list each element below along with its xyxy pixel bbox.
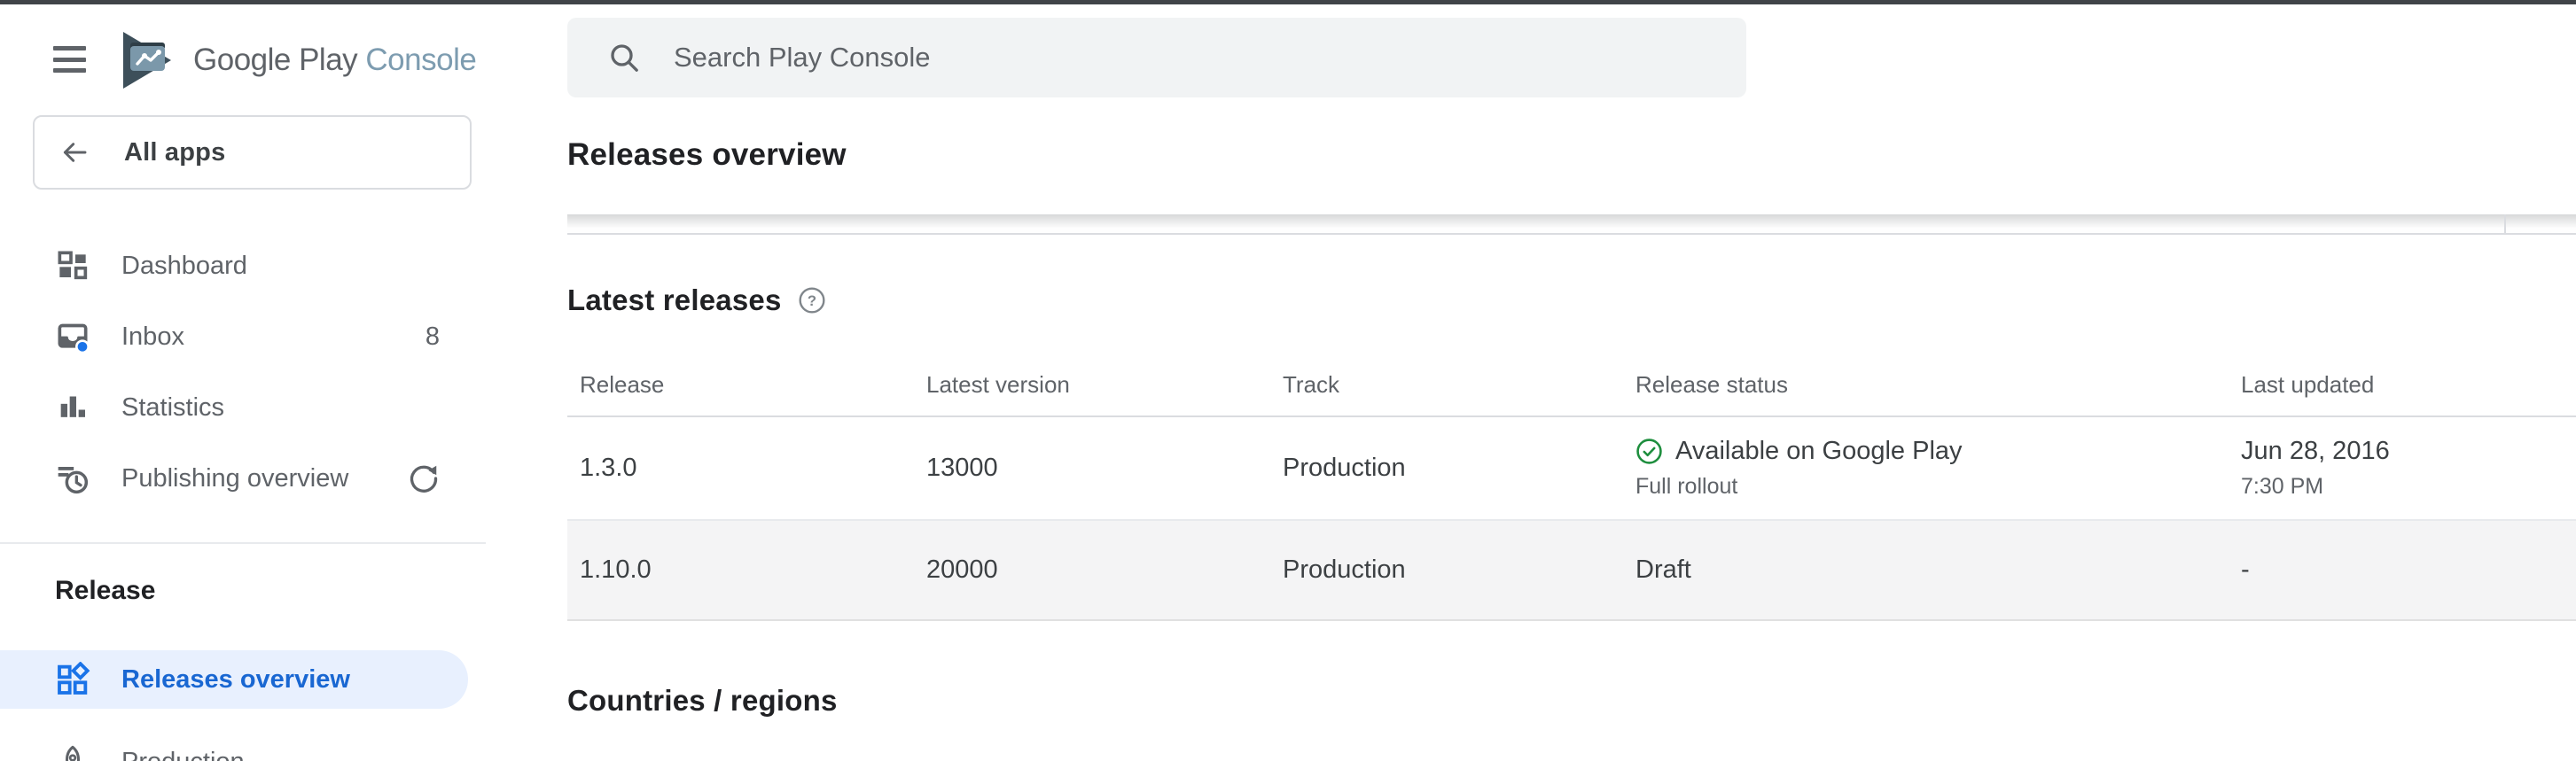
search-icon [606, 40, 642, 75]
sync-icon [408, 462, 440, 494]
sidebar-divider [0, 542, 486, 544]
sidebar-section-heading: Release [55, 576, 155, 606]
last-updated-cell: - [2234, 555, 2576, 585]
all-apps-back-button[interactable]: All apps [33, 115, 472, 190]
sidebar-item-label: Releases overview [121, 665, 468, 695]
search-input[interactable] [674, 31, 1746, 84]
page-title: Releases overview [567, 137, 847, 173]
inbox-icon [55, 319, 90, 354]
window-top-strip [0, 0, 2576, 4]
latest-releases-heading: Latest releases [567, 283, 782, 317]
sidebar-item-label: Dashboard [121, 252, 486, 281]
sidebar-item-production[interactable]: Production [0, 726, 486, 761]
help-icon[interactable]: ? [798, 286, 826, 314]
sidebar-item-dashboard[interactable]: Dashboard [0, 230, 486, 301]
all-apps-label: All apps [124, 138, 225, 167]
search-bar[interactable] [567, 18, 1746, 97]
check-circle-icon [1635, 438, 1663, 465]
latest-version-cell: 13000 [926, 454, 1283, 483]
table-row[interactable]: 1.3.0 13000 Production Available on Goog… [567, 417, 2576, 521]
sidebar-item-label: Statistics [121, 393, 486, 423]
logo-text-secondary: Console [365, 43, 476, 77]
track-cell: Production [1283, 454, 1627, 483]
statistics-icon [55, 390, 90, 425]
release-status-cell: Draft [1627, 555, 2234, 585]
releases-overview-icon [55, 662, 90, 697]
release-status-cell: Available on Google Play Full rollout [1627, 437, 2234, 500]
track-cell: Production [1283, 555, 1627, 585]
countries-regions-section-title: Countries / regions [567, 684, 838, 718]
last-updated-time: 7:30 PM [2241, 474, 2576, 500]
status-text: Available on Google Play [1675, 437, 1963, 466]
sidebar-item-statistics[interactable]: Statistics [0, 372, 486, 443]
countries-regions-heading: Countries / regions [567, 684, 838, 718]
back-arrow-icon [57, 138, 92, 167]
svg-text:?: ? [807, 292, 816, 309]
play-console-logo-icon [119, 29, 176, 91]
sidebar-item-label: Publishing overview [121, 464, 408, 493]
dashboard-icon [55, 248, 90, 283]
sidebar-item-label: Production [121, 748, 486, 761]
sidebar-item-releases-overview[interactable]: Releases overview [0, 650, 468, 709]
latest-version-cell: 20000 [926, 555, 1283, 585]
google-play-console-logo[interactable]: Google Play Console [119, 28, 476, 92]
latest-releases-section-title: Latest releases ? [567, 283, 826, 317]
production-rocket-icon [55, 744, 90, 761]
column-header-track: Track [1283, 371, 1627, 399]
play-console-page: Google Play Console All apps Dashboard [0, 0, 2576, 761]
table-header-row: Release Latest version Track Release sta… [567, 354, 2576, 417]
column-header-release-status: Release status [1627, 371, 2234, 399]
scrolled-card-column-divider [2504, 214, 2506, 233]
last-updated-date: Jun 28, 2016 [2241, 437, 2576, 466]
logo-text-primary: Google Play [193, 43, 357, 77]
column-header-latest-version: Latest version [926, 371, 1283, 399]
sidebar-item-inbox[interactable]: Inbox 8 [0, 301, 486, 372]
sidebar-item-label: Inbox [121, 322, 425, 352]
column-header-release: Release [567, 371, 926, 399]
publishing-overview-icon [55, 461, 90, 496]
release-version-cell: 1.3.0 [567, 454, 926, 483]
status-detail-text: Full rollout [1635, 474, 2234, 500]
logo-text: Google Play Console [193, 43, 476, 78]
hamburger-menu-icon[interactable] [53, 46, 86, 73]
release-version-cell: 1.10.0 [567, 555, 926, 585]
inbox-badge: 8 [425, 322, 440, 352]
last-updated-cell: Jun 28, 2016 7:30 PM [2234, 437, 2576, 500]
scrolled-card-edge [567, 214, 2576, 235]
latest-releases-table: Release Latest version Track Release sta… [567, 354, 2576, 621]
table-row[interactable]: 1.10.0 20000 Production Draft - [567, 521, 2576, 621]
sidebar-item-publishing-overview[interactable]: Publishing overview [0, 443, 486, 514]
column-header-last-updated: Last updated [2234, 371, 2576, 399]
